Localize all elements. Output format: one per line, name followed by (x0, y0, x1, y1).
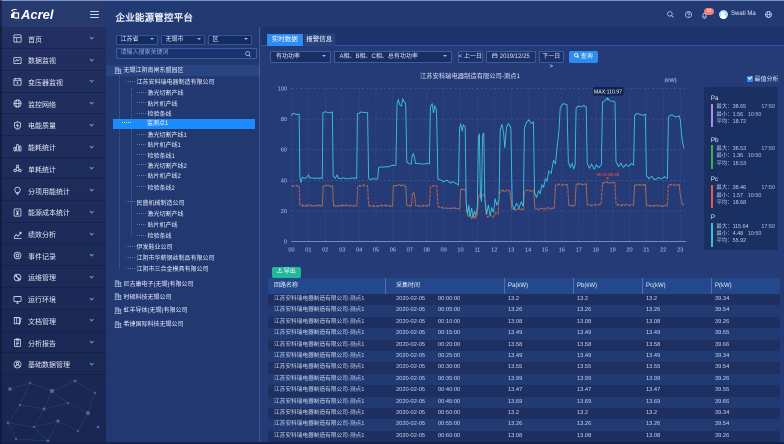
svg-text:80: 80 (281, 117, 287, 123)
svg-text:13: 13 (508, 248, 514, 254)
svg-text:23: 23 (677, 248, 683, 254)
svg-text:12: 12 (491, 248, 497, 254)
svg-text:19: 19 (609, 248, 615, 254)
svg-text:00: 00 (288, 248, 294, 254)
svg-text:17: 17 (576, 248, 582, 254)
svg-text:15: 15 (542, 248, 548, 254)
svg-text:16: 16 (559, 248, 565, 254)
svg-text:01: 01 (305, 248, 311, 254)
svg-text:18: 18 (593, 248, 599, 254)
svg-text:MAX:38.65: MAX:38.65 (597, 172, 620, 177)
svg-text:11: 11 (474, 248, 480, 254)
svg-text:02: 02 (322, 248, 328, 254)
svg-text:MAX:110.97: MAX:110.97 (594, 89, 622, 95)
svg-text:14: 14 (525, 248, 531, 254)
svg-text:22: 22 (660, 248, 666, 254)
svg-text:07: 07 (407, 248, 413, 254)
svg-text:08: 08 (424, 248, 430, 254)
svg-text:20: 20 (281, 209, 287, 215)
svg-text:05: 05 (373, 248, 379, 254)
svg-text:10: 10 (457, 248, 463, 254)
svg-text:20: 20 (626, 248, 632, 254)
svg-text:04: 04 (356, 248, 362, 254)
svg-text:60: 60 (281, 148, 287, 154)
svg-text:40: 40 (281, 178, 287, 184)
svg-text:03: 03 (339, 248, 345, 254)
svg-text:100: 100 (278, 86, 287, 92)
svg-text:06: 06 (390, 248, 396, 254)
svg-text:21: 21 (643, 248, 649, 254)
svg-text:09: 09 (440, 248, 446, 254)
svg-text:0: 0 (284, 240, 287, 246)
